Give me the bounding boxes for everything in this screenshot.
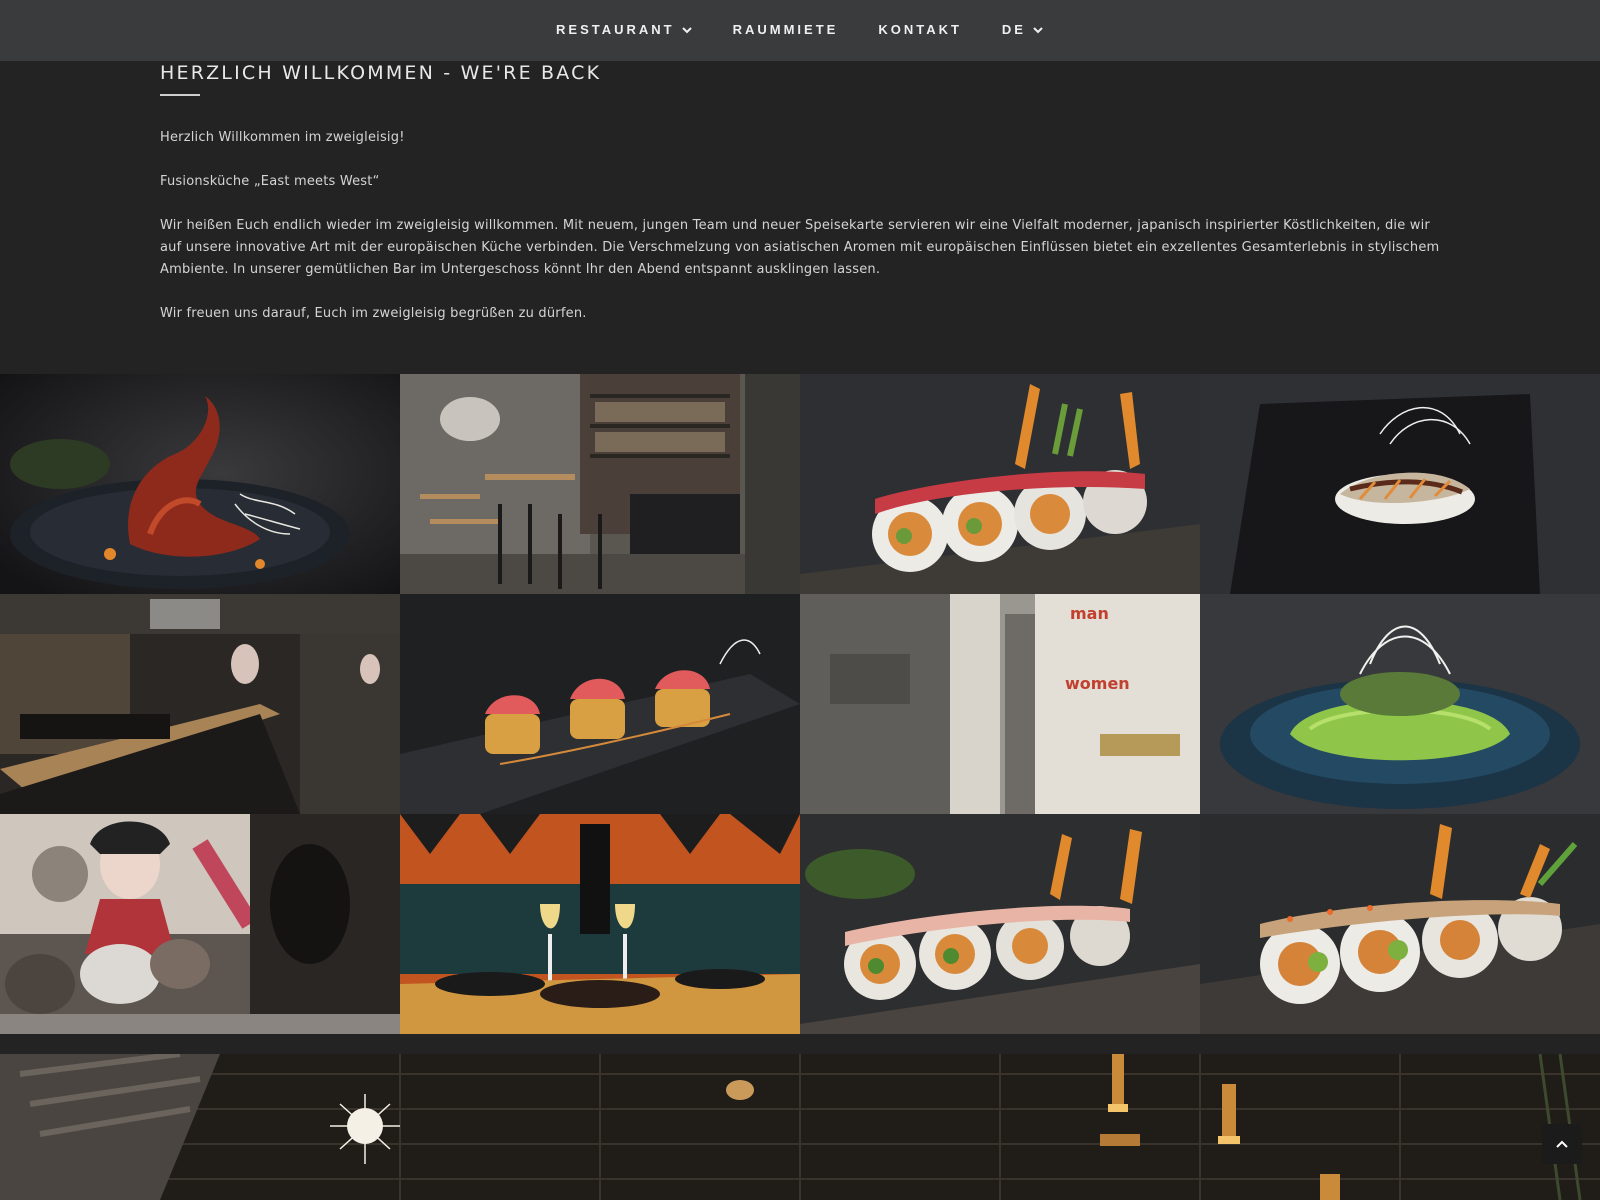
gallery-image-restroom-door-sign[interactable]: man women bbox=[800, 594, 1200, 814]
language-switcher[interactable]: DE bbox=[1002, 22, 1044, 37]
nav-item-label: DE bbox=[1001, 22, 1026, 37]
intro-paragraph: Wir freuen uns darauf, Euch im zweigleis… bbox=[160, 306, 587, 321]
chevron-up-icon bbox=[1556, 1140, 1568, 1148]
intro-paragraph: Fusionsküche „East meets West“ bbox=[160, 174, 380, 189]
nav-item-restaurant[interactable]: RESTAURANT bbox=[556, 22, 693, 37]
intro-paragraph: Herzlich Willkommen im zweigleisig! bbox=[160, 130, 405, 145]
nav-item-label: RESTAURANT bbox=[556, 22, 675, 37]
title-divider bbox=[160, 94, 200, 96]
interior-hero-image bbox=[0, 1054, 1600, 1200]
intro-paragraph: Wir heißen Euch endlich wieder im zweigl… bbox=[160, 218, 1440, 277]
nav-item-label: KONTAKT bbox=[878, 22, 962, 37]
chevron-down-icon bbox=[681, 26, 692, 33]
gallery-image-nigiri-plate[interactable] bbox=[1200, 374, 1600, 594]
gallery-image-guests-geisha-mural[interactable] bbox=[0, 814, 400, 1034]
scroll-to-top-button[interactable] bbox=[1542, 1124, 1582, 1164]
nav-item-label: RAUMMIETE bbox=[732, 22, 839, 37]
gallery-image-champagne-table[interactable] bbox=[400, 814, 800, 1034]
gallery-image-bar-interior[interactable] bbox=[400, 374, 800, 594]
gallery-image-sushi-rolls-salmon[interactable] bbox=[800, 814, 1200, 1034]
chevron-down-icon bbox=[1033, 26, 1043, 33]
gallery-image-sushi-rolls-tuna[interactable] bbox=[800, 374, 1200, 594]
intro-section: HERZLICH WILLKOMMEN - WE'RE BACK Herzlic… bbox=[160, 60, 1440, 325]
top-navigation: RESTAURANT RAUMMIETE KONTAKT DE bbox=[0, 0, 1600, 61]
gallery-image-octopus-dish[interactable] bbox=[0, 374, 400, 594]
nav-item-raummiete[interactable]: RAUMMIETE bbox=[733, 22, 839, 37]
photo-gallery: man women bbox=[0, 374, 1600, 1034]
svg-text:women: women bbox=[1065, 674, 1130, 693]
gallery-image-restaurant-counter[interactable] bbox=[0, 594, 400, 814]
gallery-image-avocado-salad[interactable] bbox=[1200, 594, 1600, 814]
gallery-image-sushi-rolls-avocado[interactable] bbox=[1200, 814, 1600, 1034]
page-title: HERZLICH WILLKOMMEN - WE'RE BACK bbox=[160, 62, 602, 84]
nav-item-kontakt[interactable]: KONTAKT bbox=[878, 22, 962, 37]
gallery-image-crispy-rice-tuna[interactable] bbox=[400, 594, 800, 814]
svg-text:man: man bbox=[1070, 604, 1109, 623]
